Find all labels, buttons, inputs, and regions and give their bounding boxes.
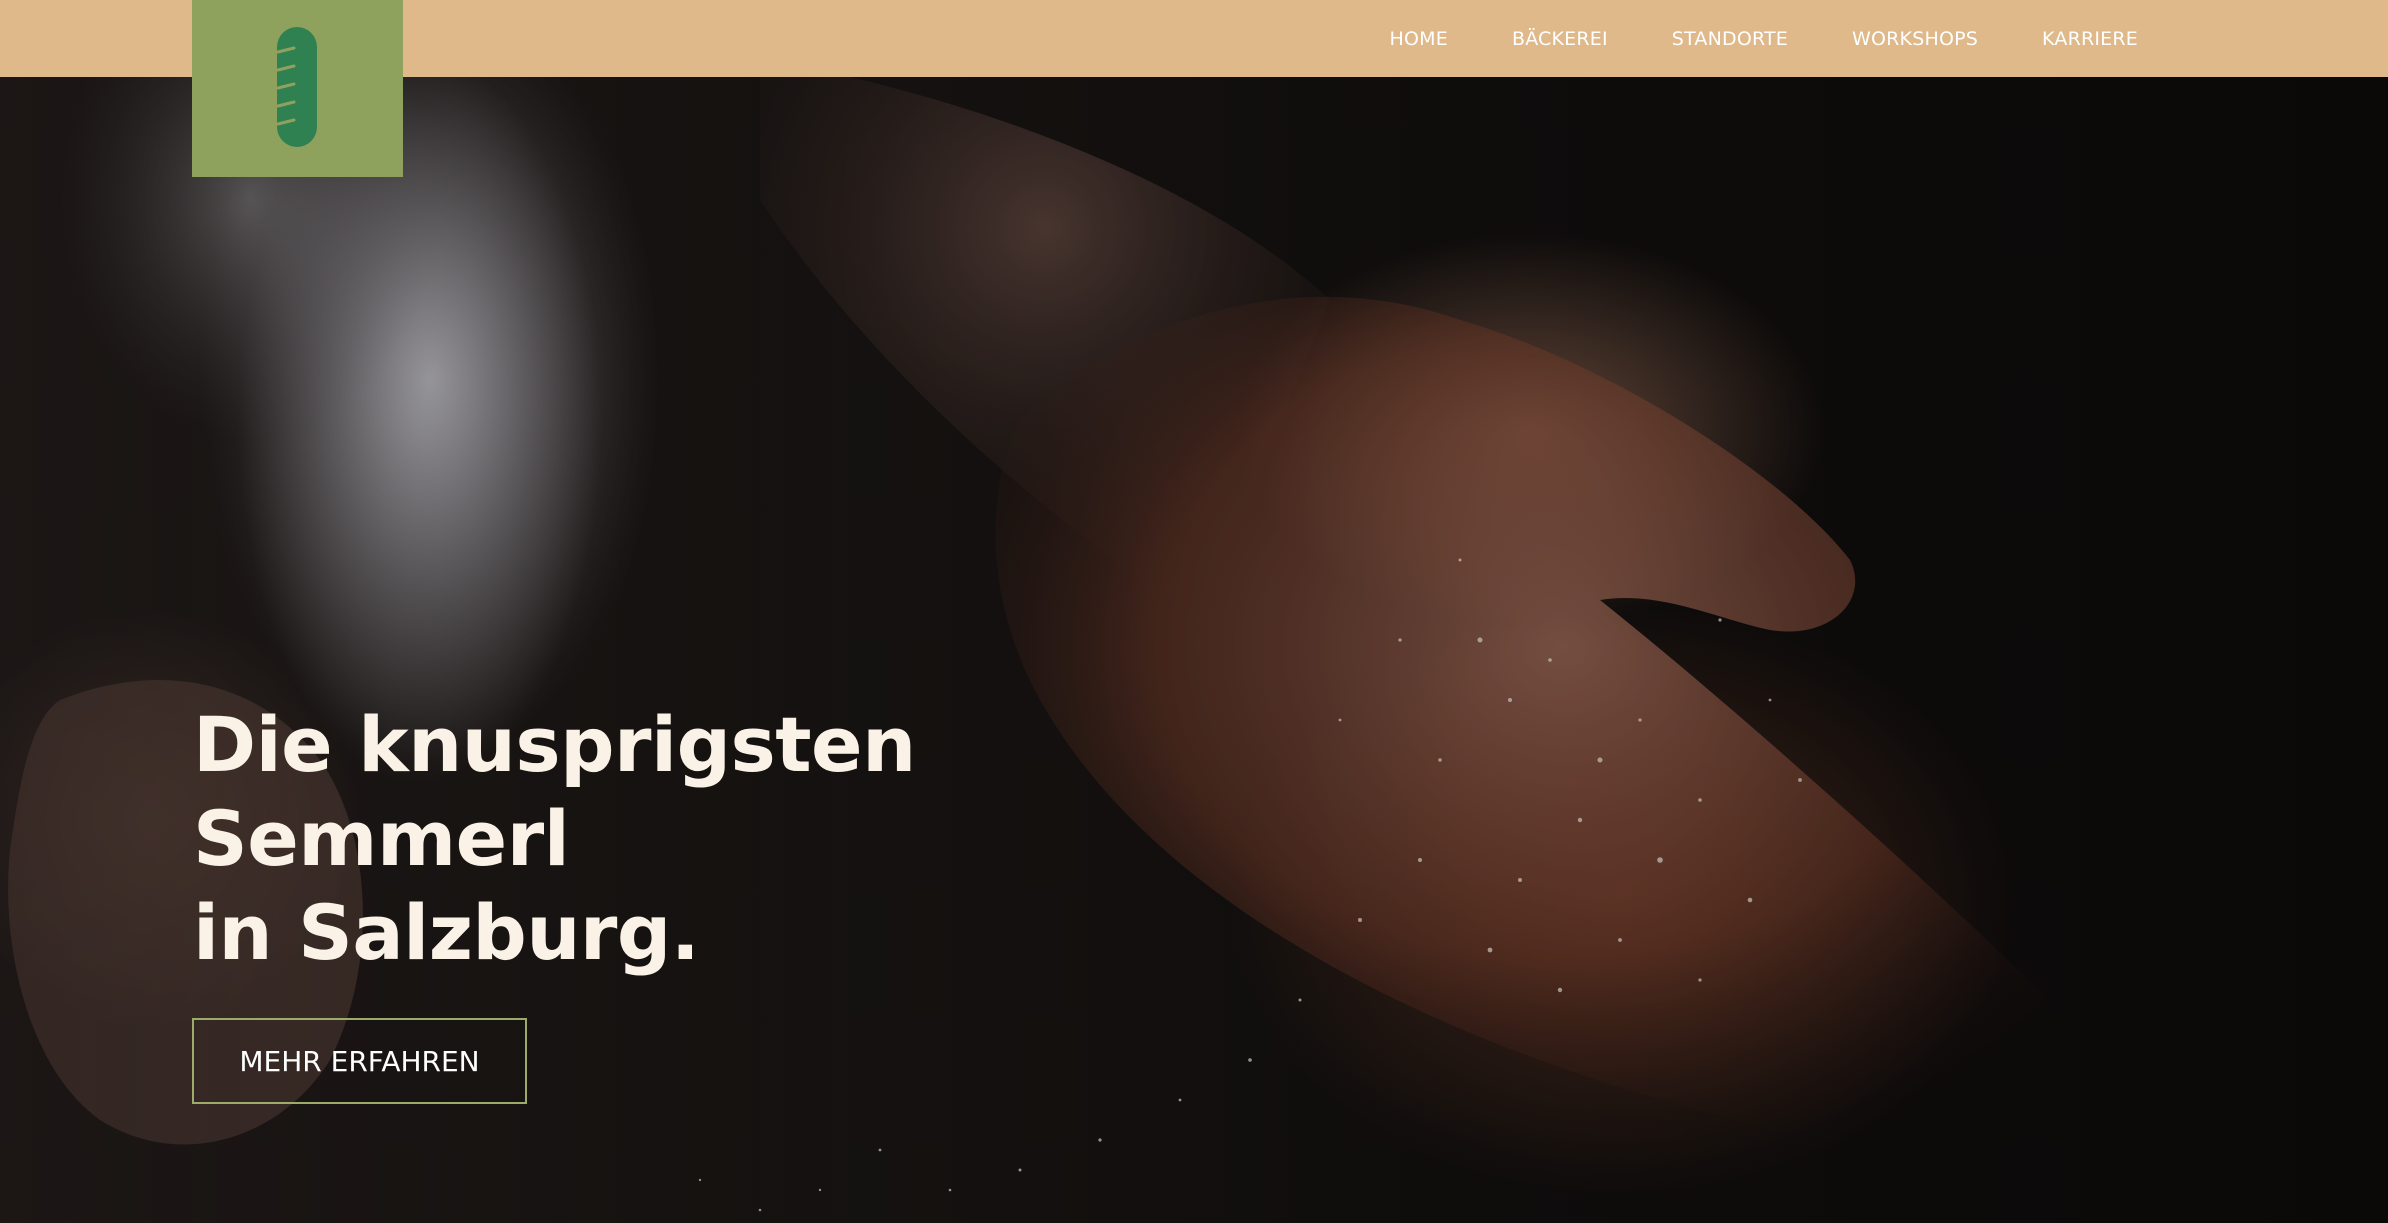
nav-item-karriere[interactable]: KARRIERE [2042,28,2138,50]
nav-item-workshops[interactable]: WORKSHOPS [1852,28,1978,50]
logo[interactable] [192,0,403,177]
hero-headline: Die knusprigsten Semmerl in Salzburg. [193,698,916,980]
hero-headline-line-3: in Salzburg. [193,888,700,977]
mehr-erfahren-button[interactable]: MEHR ERFAHREN [192,1018,527,1104]
nav-item-baeckerei[interactable]: BÄCKEREI [1512,28,1608,50]
hero-headline-line-2: Semmerl [193,794,570,883]
hero-headline-line-1: Die knusprigsten [193,700,916,789]
main-nav: HOME BÄCKEREI STANDORTE WORKSHOPS KARRIE… [1390,0,2139,77]
nav-item-home[interactable]: HOME [1390,28,1448,50]
page: HOME BÄCKEREI STANDORTE WORKSHOPS KARRIE… [0,0,2388,1223]
bread-loaf-icon [276,27,317,147]
nav-item-standorte[interactable]: STANDORTE [1672,28,1788,50]
